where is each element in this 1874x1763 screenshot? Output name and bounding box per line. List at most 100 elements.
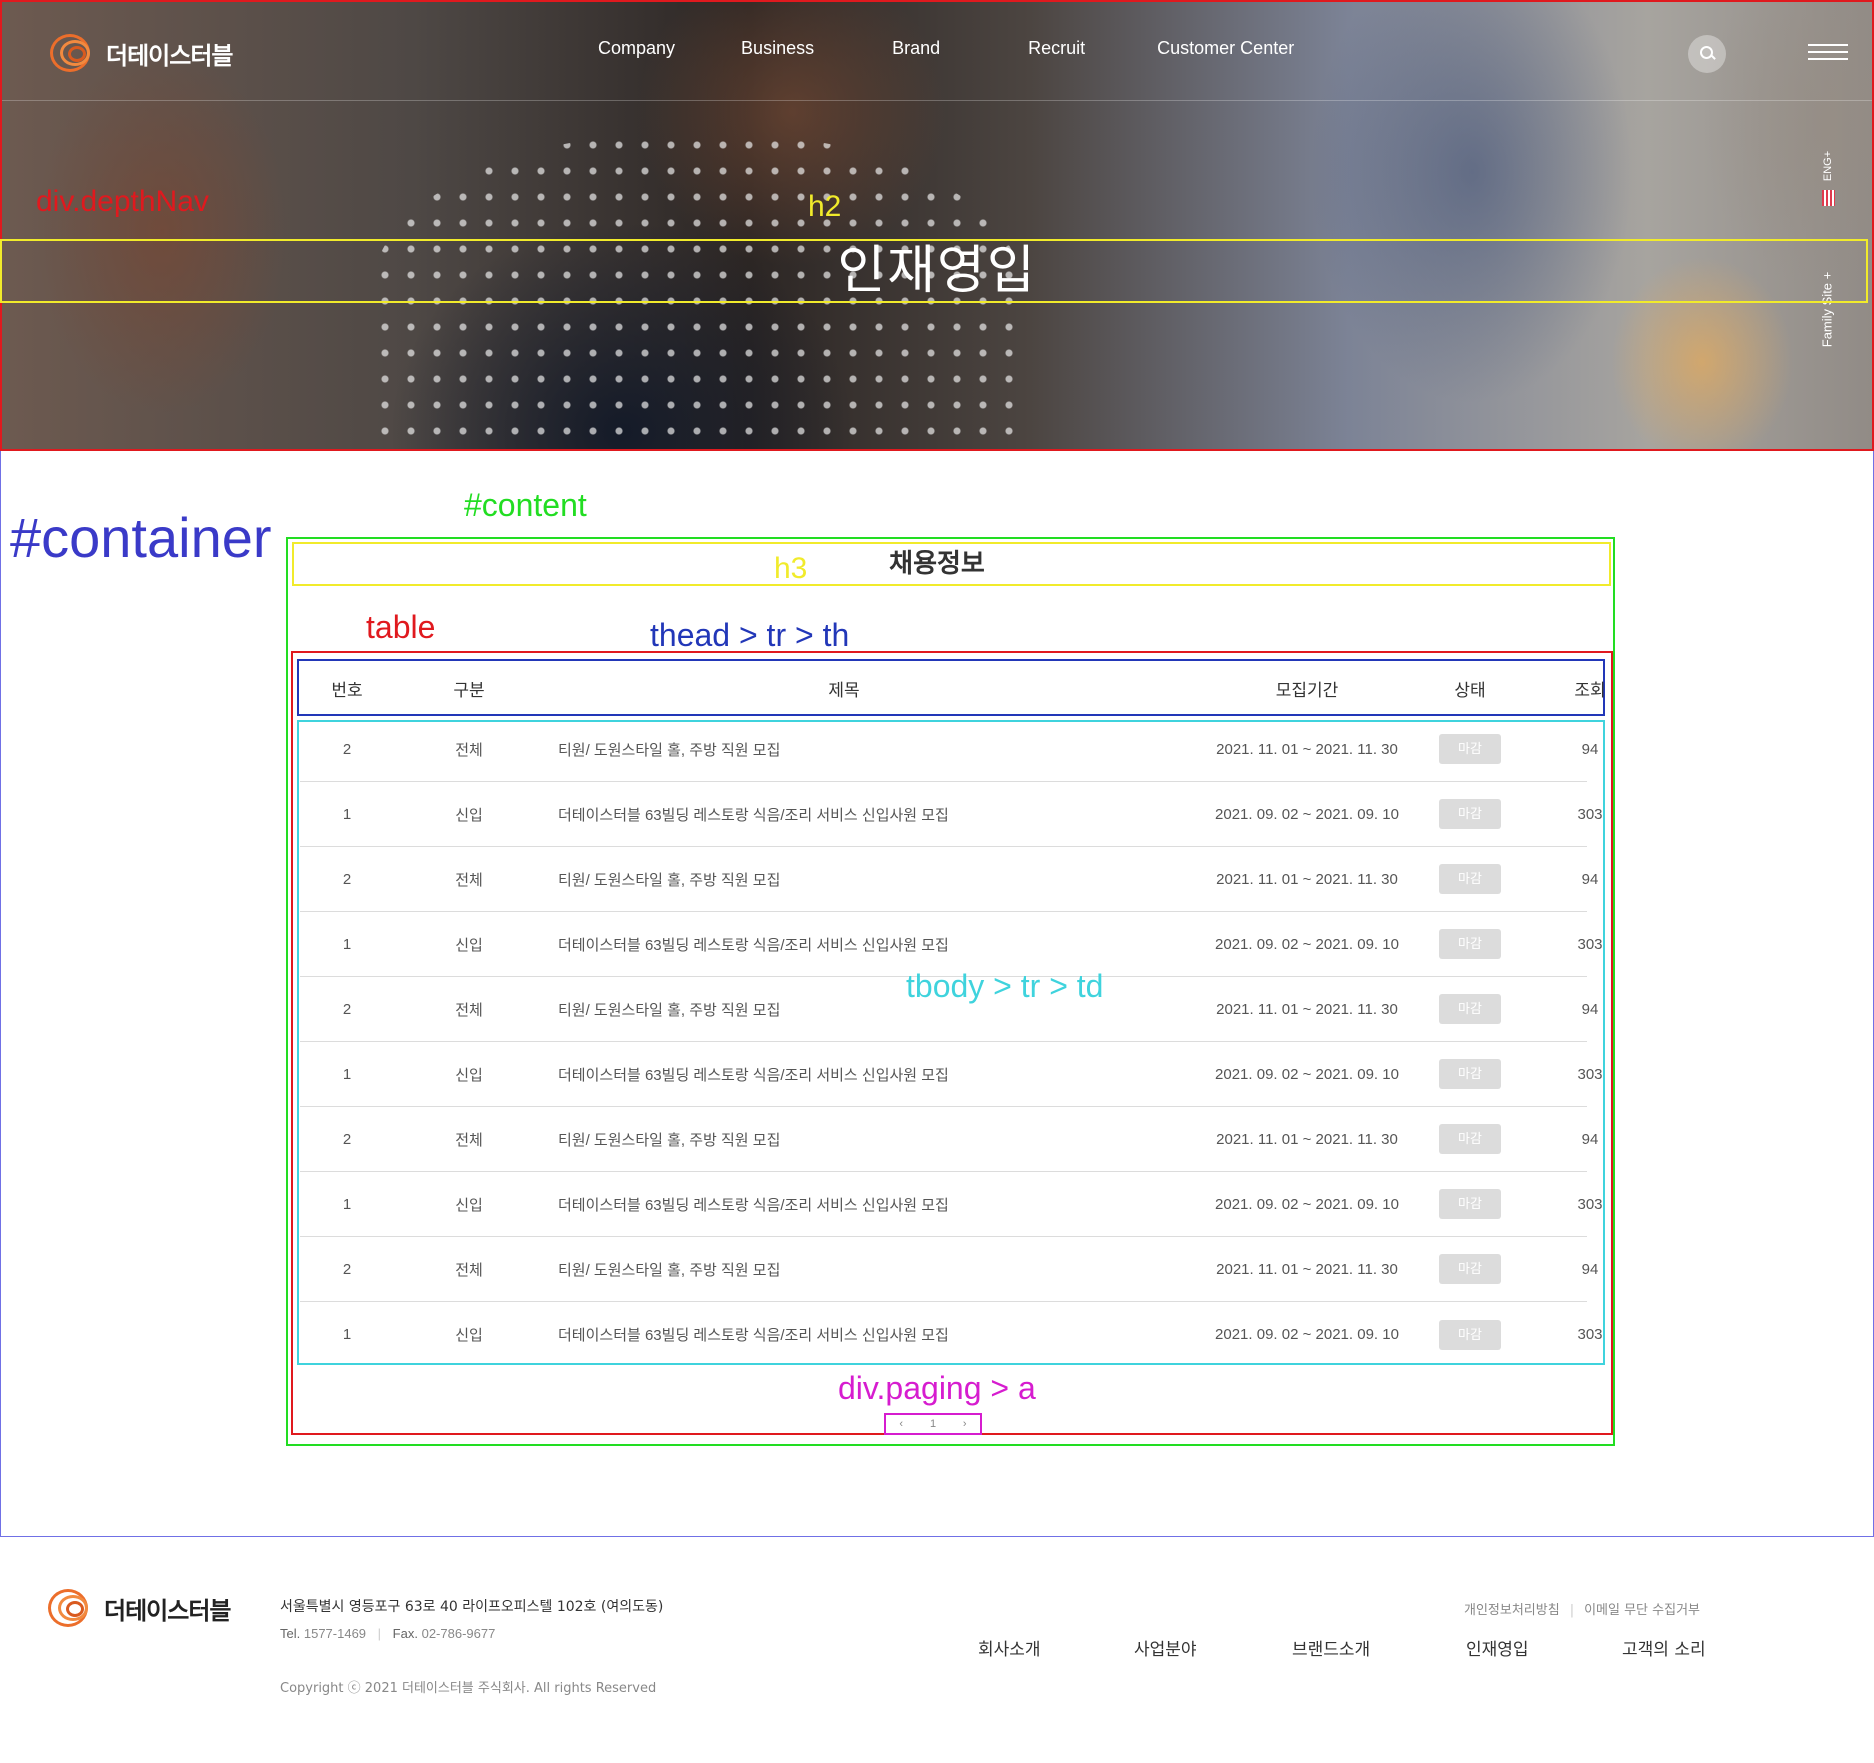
annotation-content: #content: [464, 487, 587, 523]
td-category: 신입: [455, 936, 483, 954]
td-number: 2: [342, 1000, 352, 1018]
status-badge: 마감: [1439, 929, 1501, 959]
nav-item-company[interactable]: Company: [598, 38, 675, 59]
td-number: 1: [342, 805, 352, 823]
td-category: 신입: [455, 1066, 483, 1084]
footer-logo[interactable]: 더테이스터블: [48, 1587, 231, 1629]
td-number: 1: [342, 1326, 352, 1343]
table-row[interactable]: 2 전체 티원/ 도원스타일 홀, 주방 직원 모집 2021. 11. 01 …: [300, 717, 1598, 782]
status-badge: 마감: [1439, 799, 1501, 829]
table-row[interactable]: 1 신입 더테이스터블 63빌딩 레스토랑 식음/조리 서비스 신입사원 모집 …: [300, 1042, 1603, 1107]
th-title: 제목: [828, 680, 860, 700]
annotation-depthnav: div.depthNav: [36, 185, 209, 218]
footer-address: 서울특별시 영등포구 63로 40 라이프오피스텔 102호 (여의도동): [280, 1599, 664, 1615]
annotation-h2: h2: [808, 190, 842, 223]
td-title-link[interactable]: 티원/ 도원스타일 홀, 주방 직원 모집: [558, 717, 1158, 781]
flag-icon: [1822, 190, 1835, 206]
td-title-link[interactable]: 티원/ 도원스타일 홀, 주방 직원 모집: [558, 1107, 1158, 1171]
nav-item-business[interactable]: Business: [741, 38, 814, 59]
td-title-link[interactable]: 티원/ 도원스타일 홀, 주방 직원 모집: [558, 1237, 1158, 1301]
table-row[interactable]: 2 전체 티원/ 도원스타일 홀, 주방 직원 모집 2021. 11. 01 …: [300, 847, 1598, 912]
td-views: 303: [1577, 1326, 1603, 1343]
status-badge: 마감: [1439, 994, 1501, 1024]
th-category: 구분: [453, 680, 485, 700]
nav-item-customer-center[interactable]: Customer Center: [1157, 38, 1294, 59]
td-category: 신입: [455, 1196, 483, 1214]
status-badge: 마감: [1439, 734, 1501, 764]
td-views: 94: [1581, 1260, 1599, 1278]
privacy-policy-link[interactable]: 개인정보처리방침: [1464, 1603, 1560, 1618]
tel-label: Tel.: [280, 1626, 301, 1641]
td-views: 303: [1577, 1195, 1603, 1213]
td-views: 303: [1577, 1065, 1603, 1083]
td-views: 303: [1577, 935, 1603, 953]
site-logo[interactable]: 더테이스터블: [50, 32, 233, 74]
footer-nav-recruit[interactable]: 인재영입: [1466, 1635, 1529, 1660]
page-link-current[interactable]: 1: [930, 1418, 936, 1430]
td-title-link[interactable]: 더테이스터블 63빌딩 레스토랑 식음/조리 서비스 신입사원 모집: [558, 1172, 1158, 1236]
fax-label: Fax.: [392, 1626, 418, 1641]
tel-value: 1577-1469: [303, 1626, 367, 1641]
logo-icon: [48, 1587, 94, 1629]
footer-nav-company[interactable]: 회사소개: [978, 1635, 1041, 1660]
annotation-paging: div.paging > a: [838, 1370, 1036, 1406]
annotation-thead: thead > tr > th: [650, 617, 850, 653]
td-views: 94: [1581, 740, 1599, 758]
footer-util-links: 개인정보처리방침 | 이메일 무단 수집거부: [1464, 1603, 1700, 1618]
annotation-container: #container: [10, 506, 272, 569]
td-number: 1: [342, 1195, 352, 1213]
header: 더테이스터블 Company Business Brand Recruit Cu…: [2, 2, 1872, 101]
menu-icon[interactable]: [1808, 44, 1848, 64]
td-category: 신입: [455, 806, 483, 824]
main-nav: Company Business Brand Recruit Customer …: [598, 38, 1294, 59]
status-badge: 마감: [1439, 1254, 1501, 1284]
email-refusal-link[interactable]: 이메일 무단 수집거부: [1584, 1603, 1700, 1618]
td-number: 2: [342, 870, 352, 888]
status-badge: 마감: [1439, 1059, 1501, 1089]
fax-value: 02-786-9677: [421, 1626, 496, 1641]
td-views: 94: [1581, 1130, 1599, 1148]
td-category: 전체: [455, 741, 483, 759]
section-title: 채용정보: [889, 549, 985, 579]
annotation-table: table: [366, 609, 436, 645]
table-row[interactable]: 1 신입 더테이스터블 63빌딩 레스토랑 식음/조리 서비스 신입사원 모집 …: [300, 1302, 1603, 1367]
footer-nav-voice[interactable]: 고객의 소리: [1622, 1635, 1706, 1660]
td-category: 전체: [455, 1131, 483, 1149]
table-row[interactable]: 2 전체 티원/ 도원스타일 홀, 주방 직원 모집 2021. 11. 01 …: [300, 1107, 1598, 1172]
footer-copyright: Copyright ⓒ 2021 더테이스터블 주식회사. All rights…: [280, 1681, 657, 1696]
page-title: 인재영입: [837, 241, 1037, 301]
th-number: 번호: [331, 680, 363, 700]
nav-item-brand[interactable]: Brand: [892, 38, 940, 59]
search-icon[interactable]: [1688, 35, 1726, 73]
logo-icon: [50, 32, 96, 74]
nav-item-recruit[interactable]: Recruit: [1028, 38, 1085, 59]
footer-nav-business[interactable]: 사업분야: [1134, 1635, 1197, 1660]
td-title-link[interactable]: 더테이스터블 63빌딩 레스토랑 식음/조리 서비스 신입사원 모집: [558, 1302, 1158, 1367]
logo-text: 더테이스터블: [106, 41, 233, 70]
footer-nav-brand[interactable]: 브랜드소개: [1292, 1635, 1370, 1660]
next-page-link[interactable]: ›: [963, 1418, 967, 1430]
td-category: 전체: [455, 871, 483, 889]
td-number: 2: [342, 1130, 352, 1148]
table-row[interactable]: 1 신입 더테이스터블 63빌딩 레스토랑 식음/조리 서비스 신입사원 모집 …: [300, 1172, 1603, 1237]
td-views: 94: [1581, 1000, 1599, 1018]
td-category: 전체: [455, 1261, 483, 1279]
language-toggle[interactable]: ENG+: [1818, 142, 1838, 208]
td-title-link[interactable]: 더테이스터블 63빌딩 레스토랑 식음/조리 서비스 신입사원 모집: [558, 1042, 1158, 1106]
paging: ‹ 1 ›: [886, 1415, 980, 1433]
status-badge: 마감: [1439, 1124, 1501, 1154]
td-title-link[interactable]: 티원/ 도원스타일 홀, 주방 직원 모집: [558, 847, 1158, 911]
td-views: 303: [1577, 805, 1603, 823]
hero-depthnav: 더테이스터블 Company Business Brand Recruit Cu…: [0, 0, 1874, 451]
td-title-link[interactable]: 더테이스터블 63빌딩 레스토랑 식음/조리 서비스 신입사원 모집: [558, 782, 1158, 846]
table-row[interactable]: 1 신입 더테이스터블 63빌딩 레스토랑 식음/조리 서비스 신입사원 모집 …: [300, 782, 1603, 847]
footer: 더테이스터블 서울특별시 영등포구 63로 40 라이프오피스텔 102호 (여…: [0, 1537, 1874, 1763]
th-views: 조회: [1574, 680, 1606, 700]
td-number: 2: [342, 740, 352, 758]
prev-page-link[interactable]: ‹: [899, 1418, 903, 1430]
annotation-tbody: tbody > tr > td: [906, 968, 1104, 1004]
table-row[interactable]: 2 전체 티원/ 도원스타일 홀, 주방 직원 모집 2021. 11. 01 …: [300, 1237, 1598, 1302]
td-number: 2: [342, 1260, 352, 1278]
status-badge: 마감: [1439, 1189, 1501, 1219]
td-title-link[interactable]: 더테이스터블 63빌딩 레스토랑 식음/조리 서비스 신입사원 모집: [558, 912, 1158, 976]
